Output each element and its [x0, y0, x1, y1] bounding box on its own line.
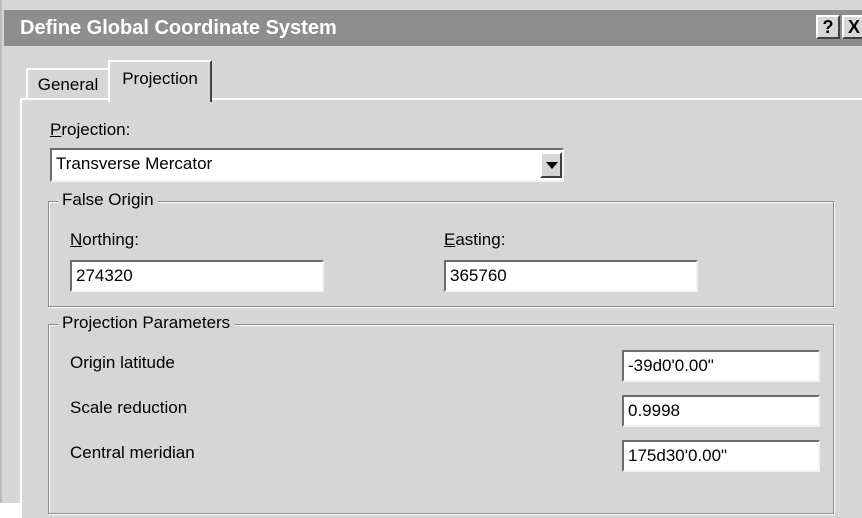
northing-label-accel: N — [70, 230, 83, 249]
central-meridian-value: 175d30'0.00" — [628, 446, 728, 465]
easting-label-accel: E — [444, 230, 456, 249]
origin-latitude-label: Origin latitude — [70, 353, 175, 372]
projection-parameters-title: Projection Parameters — [58, 313, 235, 333]
chevron-down-icon[interactable] — [540, 152, 562, 178]
projection-label: Projection: — [50, 120, 130, 140]
central-meridian-label: Central meridian — [70, 443, 195, 462]
easting-value: 365760 — [450, 266, 507, 285]
projection-label-rest: rojection: — [61, 120, 131, 139]
help-button[interactable]: ? — [816, 15, 840, 39]
easting-field[interactable]: 365760 — [444, 260, 698, 292]
scale-reduction-label: Scale reduction — [70, 398, 188, 417]
window-title: Define Global Coordinate System — [20, 17, 337, 39]
close-button[interactable]: X — [842, 15, 862, 39]
title-bar[interactable]: Define Global Coordinate System ? X — [4, 10, 862, 46]
tab-projection-label: Projection — [122, 69, 198, 88]
tab-general[interactable]: General — [26, 68, 110, 100]
projection-label-accel: P — [50, 120, 62, 139]
northing-label-rest: orthing: — [82, 230, 139, 249]
origin-latitude-field[interactable]: -39d0'0.00" — [622, 350, 820, 382]
projection-selected-value: Transverse Mercator — [56, 154, 213, 173]
tab-general-label: General — [37, 75, 99, 94]
central-meridian-field[interactable]: 175d30'0.00" — [622, 440, 820, 472]
dialog-window: Define Global Coordinate System ? X Gene… — [0, 0, 862, 518]
scale-reduction-value: 0.9998 — [628, 401, 680, 420]
easting-label-rest: asting: — [455, 230, 506, 249]
northing-label: Northing: — [70, 230, 139, 250]
easting-label: Easting: — [444, 230, 505, 250]
tab-projection[interactable]: Projection — [108, 60, 212, 102]
projection-select[interactable]: Transverse Mercator — [50, 148, 564, 182]
northing-value: 274320 — [76, 266, 133, 285]
scale-reduction-field[interactable]: 0.9998 — [622, 395, 820, 427]
origin-latitude-value: -39d0'0.00" — [628, 356, 714, 375]
false-origin-title: False Origin — [58, 190, 158, 210]
northing-field[interactable]: 274320 — [70, 260, 324, 292]
